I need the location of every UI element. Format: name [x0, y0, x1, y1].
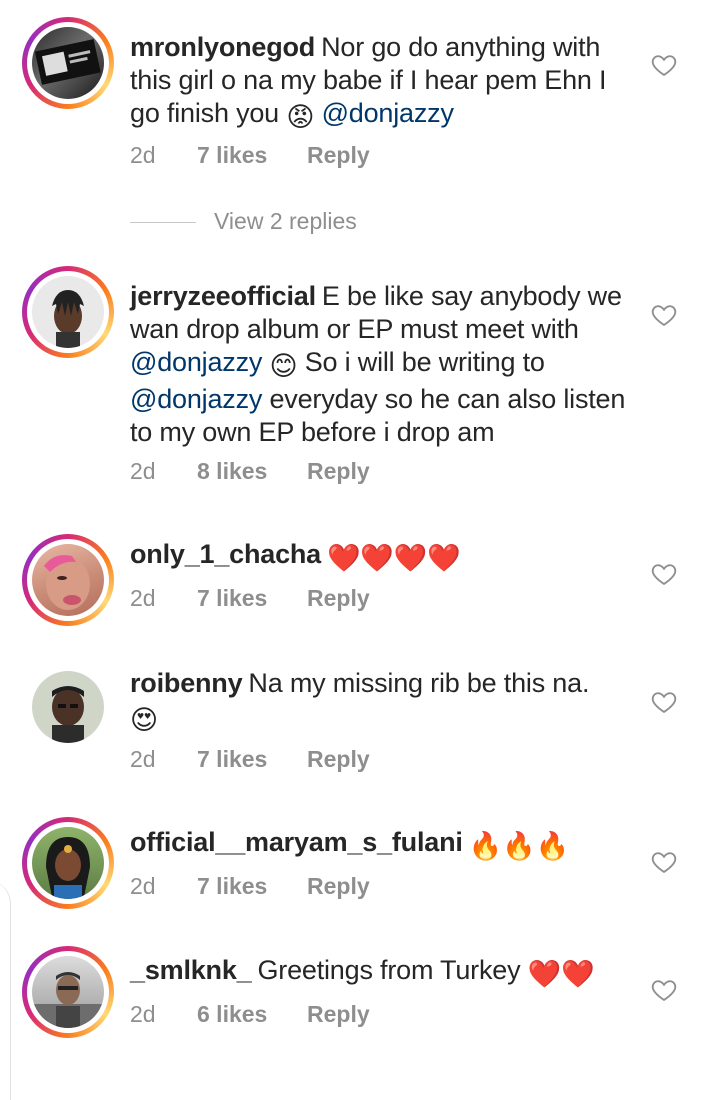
avatar-jerryzeeofficial[interactable]: [22, 266, 114, 358]
angry-face-emoji: 😡: [286, 102, 315, 132]
reply-button[interactable]: Reply: [307, 142, 370, 169]
red-heart-emoji: ❤️❤️: [527, 959, 595, 989]
likes-count[interactable]: 8 likes: [197, 458, 307, 485]
heart-eyes-emoji: 😍: [130, 705, 158, 735]
comment-text: jerryzeeofficial E be like say anybody we…: [130, 280, 630, 449]
comment-text: mronlyonegod Nor go do anything with this…: [130, 31, 630, 134]
comment-meta: 2d 7 likes Reply: [130, 585, 370, 612]
reply-button[interactable]: Reply: [307, 746, 370, 773]
comment-body: So i will be writing to: [297, 347, 545, 377]
username[interactable]: jerryzeeofficial: [130, 281, 316, 311]
likes-count[interactable]: 6 likes: [197, 1001, 307, 1028]
likes-count[interactable]: 7 likes: [197, 746, 307, 773]
comment-body: Greetings from Turkey: [257, 955, 521, 985]
timestamp: 2d: [130, 585, 156, 611]
timestamp: 2d: [130, 458, 156, 484]
comment-text: _smlknk_ Greetings from Turkey ❤️❤️: [130, 954, 630, 991]
comment-text: only_1_chacha ❤️❤️❤️❤️: [130, 538, 630, 575]
replies-divider: [130, 222, 196, 223]
red-heart-emoji: ❤️❤️❤️❤️: [327, 543, 461, 573]
timestamp: 2d: [130, 142, 156, 168]
username[interactable]: only_1_chacha: [130, 539, 321, 569]
username[interactable]: roibenny: [130, 668, 243, 698]
username[interactable]: _smlknk_: [130, 955, 252, 985]
comment-meta: 2d 7 likes Reply: [130, 746, 370, 773]
avatar-roibenny[interactable]: [22, 661, 114, 753]
mention-link[interactable]: @donjazzy: [322, 98, 454, 128]
likes-count[interactable]: 7 likes: [197, 873, 307, 900]
view-replies-label[interactable]: View 2 replies: [214, 208, 357, 235]
timestamp: 2d: [130, 1001, 156, 1027]
comment-text: official__maryam_s_fulani 🔥🔥🔥: [130, 826, 630, 863]
sheet-edge: [0, 880, 11, 1100]
comment-text: roibenny Na my missing rib be this na. 😍: [130, 667, 630, 737]
heart-outline-icon[interactable]: [650, 976, 678, 1004]
reply-button[interactable]: Reply: [307, 458, 370, 485]
fire-emoji: 🔥🔥🔥: [468, 831, 569, 861]
avatar-_smlknk_[interactable]: [22, 946, 114, 1038]
heart-outline-icon[interactable]: [650, 560, 678, 588]
username[interactable]: mronlyonegod: [130, 32, 315, 62]
heart-outline-icon[interactable]: [650, 848, 678, 876]
heart-outline-icon[interactable]: [650, 51, 678, 79]
avatar-official__maryam_s_fulani[interactable]: [22, 817, 114, 909]
heart-outline-icon[interactable]: [650, 301, 678, 329]
comment-body: Na my missing rib be this na.: [248, 668, 590, 698]
smiling-face-emoji: 😊: [269, 351, 298, 381]
comment-meta: 2d 7 likes Reply: [130, 142, 370, 169]
comment-meta: 2d 6 likes Reply: [130, 1001, 370, 1028]
timestamp: 2d: [130, 746, 156, 772]
mention-link[interactable]: @donjazzy: [130, 347, 262, 377]
heart-outline-icon[interactable]: [650, 688, 678, 716]
mention-link[interactable]: @donjazzy: [130, 384, 262, 414]
avatar-mronlyonegod[interactable]: [22, 17, 114, 109]
reply-button[interactable]: Reply: [307, 1001, 370, 1028]
avatar-only_1_chacha[interactable]: [22, 534, 114, 626]
reply-button[interactable]: Reply: [307, 873, 370, 900]
likes-count[interactable]: 7 likes: [197, 142, 307, 169]
username[interactable]: official__maryam_s_fulani: [130, 827, 463, 857]
likes-count[interactable]: 7 likes: [197, 585, 307, 612]
comment-meta: 2d 7 likes Reply: [130, 873, 370, 900]
timestamp: 2d: [130, 873, 156, 899]
reply-button[interactable]: Reply: [307, 585, 370, 612]
comment-meta: 2d 8 likes Reply: [130, 458, 370, 485]
